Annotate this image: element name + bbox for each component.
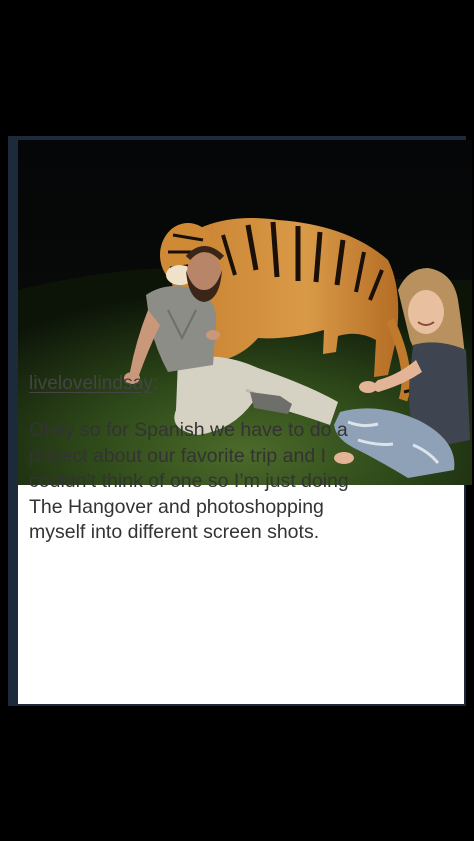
- caption-text: Okay so for Spanish we have to do a proj…: [29, 418, 449, 546]
- caption-line: couldn’t think of one so I’m just doing: [29, 470, 349, 492]
- caption-line: project about our favorite trip and I: [29, 444, 327, 467]
- username-link[interactable]: livelovelindsay:: [29, 373, 158, 395]
- caption-line: The Hangover and photoshopping: [29, 495, 324, 518]
- caption-line: myself into different screen shots.: [29, 521, 320, 543]
- username-text[interactable]: livelovelindsay: [29, 373, 153, 394]
- caption-line: Okay so for Spanish we have to do a: [29, 419, 348, 441]
- screenshot-page: livelovelindsay: Okay so for Spanish we …: [0, 0, 474, 841]
- username-colon: :: [153, 373, 159, 394]
